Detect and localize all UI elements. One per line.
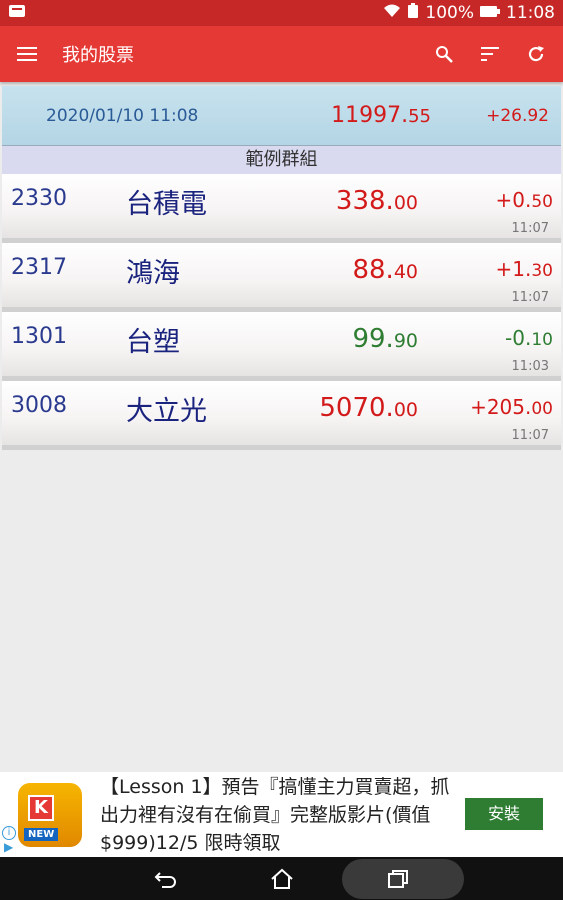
stock-time: 11:07 — [511, 221, 549, 236]
stock-code: 1301 — [11, 324, 67, 349]
stock-price: 338.00 — [335, 186, 418, 216]
stock-code: 2317 — [11, 255, 67, 280]
stock-name: 大立光 — [126, 396, 207, 427]
stock-row[interactable]: 1301 台塑 99.90 -0.10 11:03 — [2, 312, 561, 381]
ad-close-icon[interactable]: ▶ — [4, 840, 13, 854]
stock-row[interactable]: 3008 大立光 5070.00 +205.00 11:07 — [2, 381, 561, 450]
stock-time: 11:07 — [511, 428, 549, 443]
stock-change: +205.00 — [470, 395, 553, 419]
system-nav-bar — [0, 857, 563, 900]
battery-percent: 100% — [425, 3, 474, 23]
stock-list: 2330 台積電 338.00 +0.50 11:07 2317 鴻海 88.4… — [2, 174, 561, 450]
stock-time: 11:07 — [511, 290, 549, 305]
status-bar: 100% 11:08 — [0, 0, 563, 26]
notification-icon — [8, 3, 383, 23]
ad-logo-letter: K — [28, 794, 54, 821]
ad-banner[interactable]: K NEW 【Lesson 1】預告『搞懂主力買賣超，抓出力裡有沒有在偷買』完整… — [0, 772, 563, 857]
menu-icon[interactable] — [16, 43, 38, 65]
stock-change: +0.50 — [495, 188, 553, 212]
ad-logo-badge: NEW — [24, 827, 59, 841]
back-icon[interactable] — [153, 866, 179, 892]
sort-icon[interactable] — [479, 43, 501, 65]
index-value: 11997.55 — [331, 103, 431, 128]
stock-time: 11:03 — [511, 359, 549, 374]
index-datetime: 2020/01/10 11:08 — [46, 105, 199, 126]
group-header[interactable]: 範例群組 — [2, 146, 561, 174]
stock-price: 5070.00 — [319, 393, 418, 423]
clock: 11:08 — [506, 3, 555, 23]
stock-row[interactable]: 2317 鴻海 88.40 +1.30 11:07 — [2, 243, 561, 312]
index-change: +26.92 — [486, 105, 549, 126]
ad-install-button[interactable]: 安裝 — [465, 798, 543, 830]
app-bar: 我的股票 — [0, 26, 563, 82]
stock-name: 台塑 — [126, 327, 180, 358]
recent-apps-icon[interactable] — [385, 866, 411, 892]
battery-saver-icon — [407, 2, 419, 24]
battery-icon — [480, 3, 500, 23]
stock-name: 鴻海 — [126, 258, 180, 289]
stock-price: 99.90 — [352, 324, 418, 354]
ad-info-icon[interactable]: i — [2, 826, 16, 840]
market-index-row[interactable]: 2020/01/10 11:08 11997.55 +26.92 — [2, 86, 561, 146]
wifi-icon — [383, 3, 401, 23]
stock-change: +1.30 — [495, 257, 553, 281]
refresh-icon[interactable] — [525, 43, 547, 65]
page-title: 我的股票 — [62, 45, 134, 66]
home-icon[interactable] — [269, 866, 295, 892]
stock-code: 3008 — [11, 393, 67, 418]
stock-price: 88.40 — [352, 255, 418, 285]
stock-code: 2330 — [11, 186, 67, 211]
search-icon[interactable] — [433, 43, 455, 65]
ad-text[interactable]: 【Lesson 1】預告『搞懂主力買賣超，抓出力裡有沒有在偷買』完整版影片(價值… — [100, 773, 450, 857]
ad-app-logo[interactable]: K NEW — [18, 782, 82, 847]
stock-row[interactable]: 2330 台積電 338.00 +0.50 11:07 — [2, 174, 561, 243]
stock-change: -0.10 — [505, 326, 553, 350]
stock-name: 台積電 — [126, 189, 207, 220]
